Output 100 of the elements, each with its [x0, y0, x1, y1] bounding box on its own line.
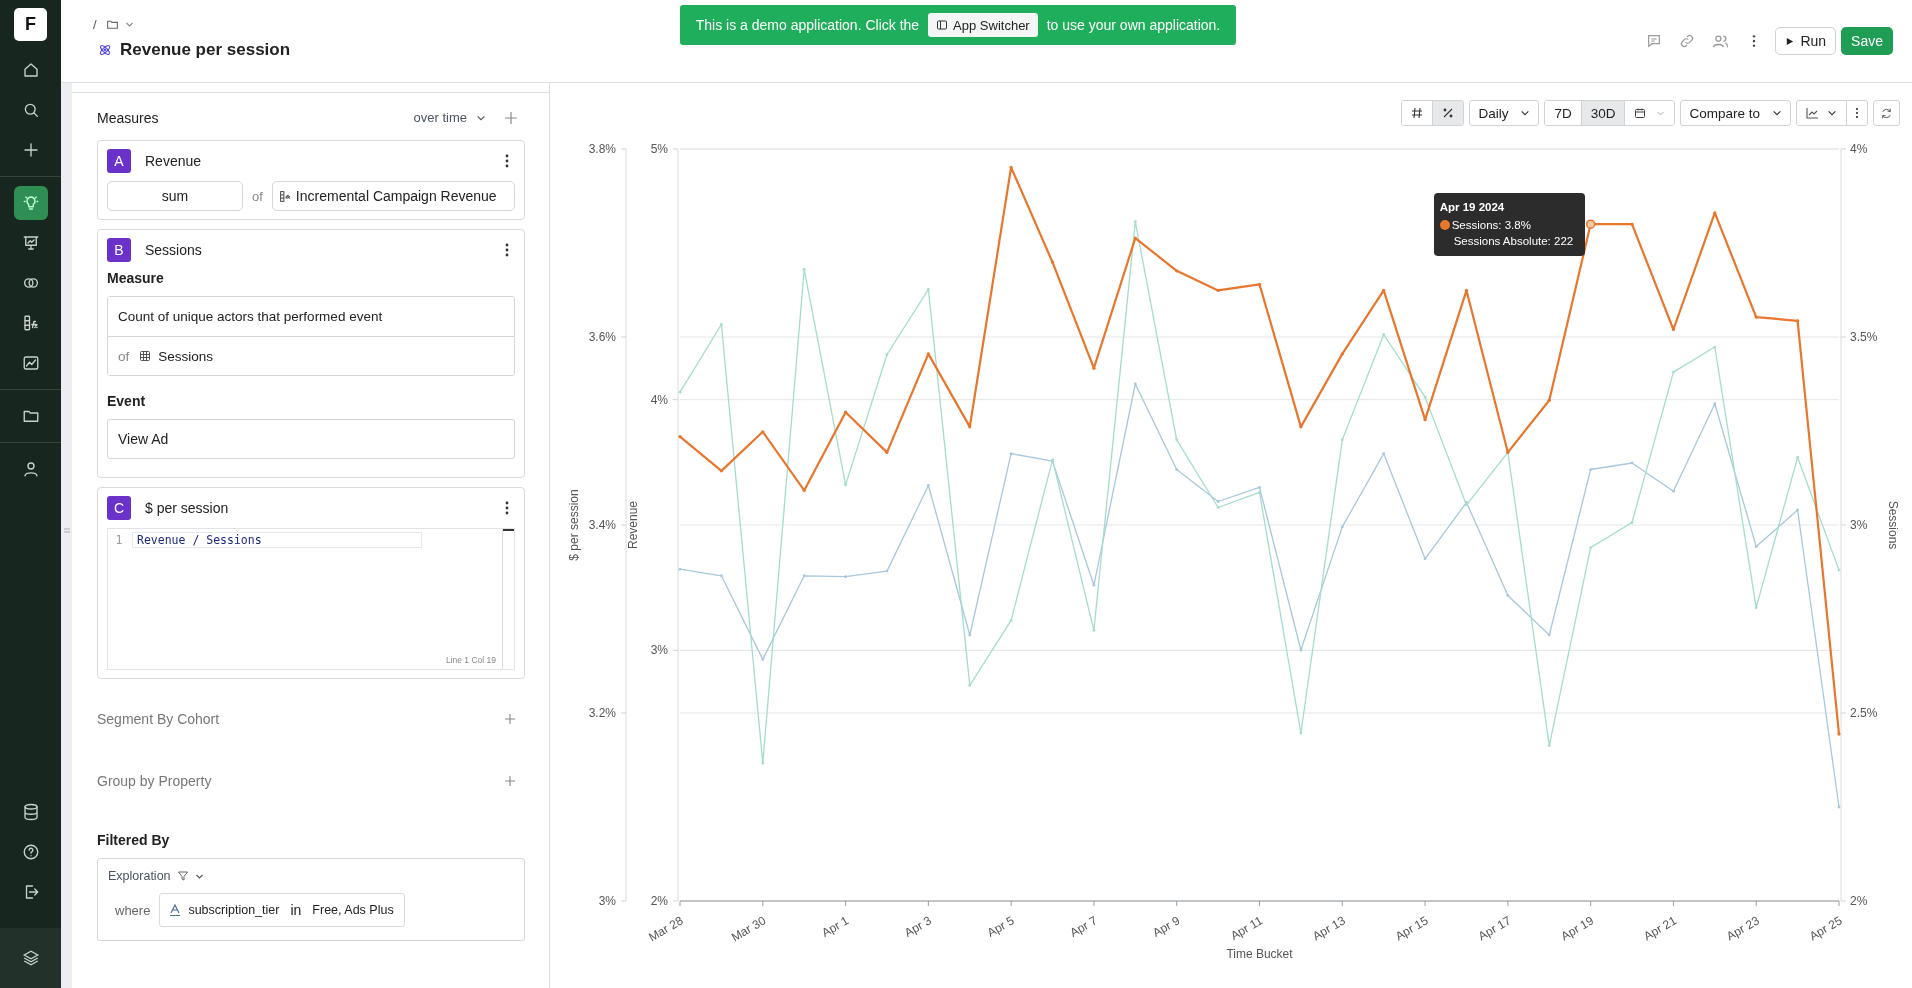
calendar-icon	[1634, 107, 1647, 119]
measure-name[interactable]: Sessions	[145, 242, 505, 258]
y-tick-label: 3.5%	[1850, 330, 1878, 344]
more-icon[interactable]	[505, 243, 509, 257]
hover-marker	[1585, 219, 1596, 229]
run-button[interactable]: Run	[1775, 27, 1837, 55]
line-chart-icon	[1806, 107, 1819, 119]
filter-values: Free, Ads Plus	[312, 903, 394, 917]
comment-icon[interactable]	[1646, 33, 1663, 49]
atom-icon	[98, 43, 112, 57]
scope-dropdown[interactable]: Exploration	[108, 869, 171, 883]
mode-dropdown[interactable]: over time	[413, 110, 486, 125]
add-icon[interactable]	[505, 111, 517, 124]
x-tick-label: Mar 30	[728, 913, 769, 945]
measure-name[interactable]: $ per session	[145, 500, 505, 516]
axis-title: Time Bucket	[1226, 947, 1293, 961]
y-tick-label: 3%	[650, 643, 668, 658]
help-icon	[21, 843, 40, 861]
section-title[interactable]: Segment By Cohort	[97, 711, 220, 727]
page-title: Revenue per session	[120, 40, 291, 60]
tooltip-value: Sessions Absolute: 222	[1453, 234, 1574, 250]
more-icon	[1855, 107, 1859, 119]
x-tick-label: Apr 3	[902, 913, 934, 940]
refresh-icon	[1880, 106, 1893, 120]
more-button[interactable]	[1846, 101, 1867, 125]
y-tick-label: 3%	[1850, 518, 1868, 532]
y-tick-label: 3%	[598, 894, 616, 908]
x-tick-label: Apr 25	[1806, 913, 1845, 944]
x-tick-label: Apr 19	[1558, 913, 1597, 944]
formula-column-icon	[278, 189, 292, 203]
table-dropdown[interactable]: of Sessions	[108, 336, 514, 375]
section-title[interactable]: Group by Property	[97, 773, 212, 789]
range-button[interactable]: 30D	[1580, 101, 1625, 125]
tooltip-title: Apr 19 2024	[1439, 200, 1506, 216]
measure-letter: B	[107, 238, 131, 262]
line-number: 1	[114, 533, 124, 547]
axis-title: Revenue	[626, 501, 640, 549]
chevron-down-icon	[1520, 108, 1531, 118]
presentation-icon	[21, 234, 40, 252]
y-tick-label: 2%	[1850, 894, 1868, 908]
axis-title: Sessions	[1886, 500, 1900, 550]
more-icon[interactable]	[505, 154, 509, 168]
x-tick-label: Apr 9	[1150, 913, 1183, 940]
chevron-down-icon	[1772, 108, 1782, 118]
link-icon[interactable]	[1679, 33, 1696, 49]
text-type-icon	[170, 904, 181, 916]
field-label: Event	[107, 393, 147, 409]
x-tick-label: Apr 17	[1475, 913, 1514, 944]
date-range-button[interactable]	[1624, 101, 1675, 125]
y-tick-label: 3.2%	[588, 706, 616, 720]
filter-chip[interactable]: subscription_tier in Free, Ads Plus	[159, 893, 405, 927]
aggregation-dropdown[interactable]: sum	[107, 181, 243, 211]
editor-scrollbar[interactable]	[502, 529, 514, 669]
app-logo[interactable]: F	[14, 8, 47, 41]
x-tick-label: Apr 1	[819, 913, 852, 940]
measure-letter: A	[107, 149, 131, 173]
home-icon	[21, 61, 40, 79]
of-label: of	[252, 188, 263, 204]
y-tick-label: 2.5%	[1850, 706, 1878, 720]
field-label: Measure	[107, 270, 165, 286]
database-icon	[21, 803, 40, 821]
hash-icon	[1411, 107, 1424, 119]
window-icon	[936, 19, 949, 31]
chevron-down-icon[interactable]	[124, 20, 134, 29]
app-switcher-button[interactable]: App Switcher	[928, 13, 1038, 37]
measure-name[interactable]: Revenue	[145, 153, 505, 169]
x-tick-label: Apr 23	[1724, 913, 1762, 944]
event-dropdown[interactable]: View Ad	[107, 419, 515, 459]
banner-text: to use your own application.	[1046, 17, 1221, 33]
measure-letter: C	[107, 496, 131, 520]
user-icon	[21, 460, 40, 478]
resize-handle-icon[interactable]	[63, 528, 70, 533]
y-tick-label: 2%	[650, 894, 668, 908]
refresh-button[interactable]	[1873, 100, 1900, 126]
filter-icon[interactable]	[176, 870, 189, 882]
property-field[interactable]: Incremental Campaign Revenue	[271, 181, 515, 211]
formula-code: Revenue / Sessions	[132, 532, 422, 548]
section-title: Measures	[97, 109, 160, 126]
table-icon	[139, 350, 152, 362]
filter-property: subscription_tier	[188, 903, 280, 917]
formula-editor[interactable]: 1 Revenue / Sessions Line 1 Col 19	[107, 528, 515, 670]
folder-icon[interactable]	[105, 18, 119, 31]
x-tick-label: Apr 5	[984, 913, 1017, 940]
plus-icon	[21, 141, 40, 159]
more-icon[interactable]	[505, 501, 509, 515]
compare-dropdown[interactable]: Compare to	[1680, 100, 1791, 126]
granularity-dropdown[interactable]: Daily	[1469, 100, 1540, 126]
x-tick-label: Apr 13	[1310, 913, 1348, 944]
play-icon	[1785, 36, 1795, 46]
x-tick-label: Apr 15	[1392, 913, 1431, 944]
y-tick-label: 3.4%	[588, 518, 616, 532]
breadcrumb-separator: /	[93, 17, 97, 32]
percent-format-button[interactable]	[1432, 101, 1464, 125]
tooltip-value: Sessions: 3.8%	[1451, 218, 1531, 234]
y-tick-label: 3.6%	[588, 330, 616, 344]
x-tick-label: Apr 11	[1228, 913, 1265, 943]
cursor-position: Line 1 Col 19	[445, 655, 496, 665]
y-tick-label: 4%	[650, 392, 668, 407]
sidebar-item[interactable]	[13, 186, 48, 220]
chart-icon	[21, 354, 40, 372]
